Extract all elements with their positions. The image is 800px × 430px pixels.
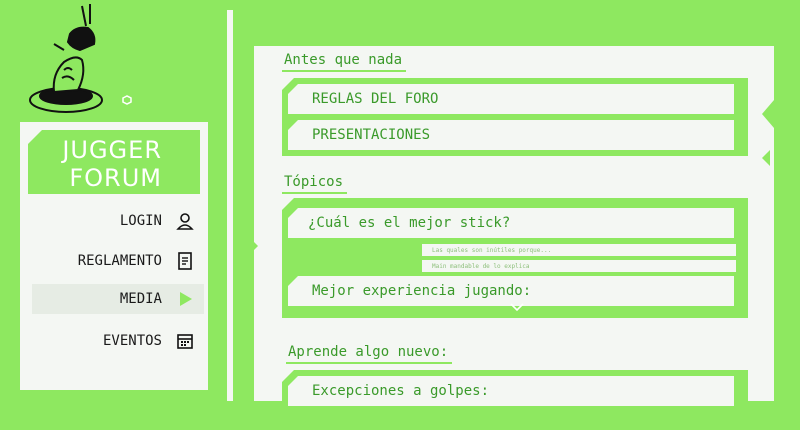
panel-notch [250,238,258,254]
nav-item-login[interactable]: LOGIN [32,206,204,236]
section-block-topicos: ¿Cuál es el mejor stick? Las quales son … [282,198,748,318]
logo [29,4,132,113]
sidebar: JUGGER FORUM LOGIN REGLAMENTO MEDIA EVEN… [20,122,208,390]
play-icon [180,292,192,306]
brand-title-line1: JUGGER [62,136,162,164]
divider [227,10,233,401]
nav-label: REGLAMENTO [77,253,162,269]
nav-label: MEDIA [119,291,162,307]
panel-notch [762,100,774,128]
section-block-aprende: Excepciones a golpes: [282,370,748,430]
section-title-aprende: Aprende algo nuevo: [286,344,453,364]
brand-block: JUGGER FORUM [28,130,200,194]
panel-notch [762,150,770,166]
forum-link-presentaciones[interactable]: PRESENTACIONES [288,120,734,150]
calendar-icon [177,334,193,349]
user-icon [176,213,194,230]
section-title-topicos: Tópicos [282,174,348,194]
section-block-antes: REGLAS DEL FORO PRESENTACIONES [282,78,748,156]
main-panel: Antes que nada REGLAS DEL FORO PRESENTAC… [254,46,774,430]
document-icon [178,252,192,270]
nav-label: LOGIN [119,213,162,229]
nav-item-reglamento[interactable]: REGLAMENTO [32,246,204,276]
chevron-down-icon[interactable] [510,302,524,312]
nav-item-media[interactable]: MEDIA [32,284,204,314]
nav-item-eventos[interactable]: EVENTOS [32,326,204,356]
topic-mejor-stick[interactable]: ¿Cuál es el mejor stick? [288,208,734,238]
learn-excepciones[interactable]: Excepciones a golpes: [288,376,734,406]
topic-reply-preview: Las quales son inútiles porque... [422,244,736,256]
brand-title-line2: FORUM [69,164,162,192]
forum-link-reglas[interactable]: REGLAS DEL FORO [288,84,734,114]
section-title-antes: Antes que nada [282,52,407,72]
topic-reply-preview: Main mandable de lo explica [422,260,736,272]
nav-label: EVENTOS [102,333,162,349]
